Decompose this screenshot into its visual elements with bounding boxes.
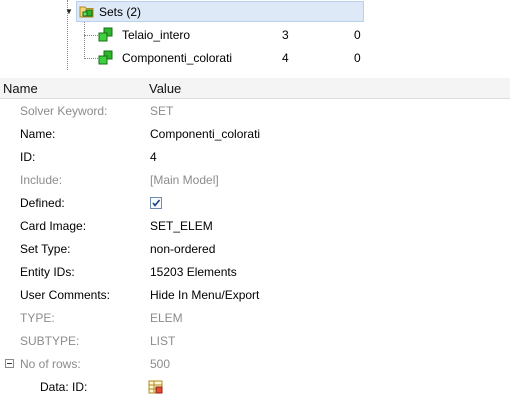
column-header-value[interactable]: Value: [149, 81, 181, 96]
property-row-entity-ids[interactable]: Entity IDs: 15203 Elements: [0, 261, 510, 284]
set-icon: [98, 50, 113, 65]
property-name: TYPE:: [20, 311, 55, 325]
property-name: Include:: [20, 173, 63, 187]
property-name: Data: ID:: [40, 380, 88, 394]
property-name: Defined:: [20, 196, 65, 210]
column-header-name[interactable]: Name: [3, 81, 38, 96]
property-value: LIST: [150, 334, 176, 348]
tree-item-componenti-colorati[interactable]: Componenti_colorati: [122, 51, 232, 65]
tree-item-count: 3: [282, 28, 289, 42]
property-name: Card Image:: [20, 219, 87, 233]
property-name: Solver Keyword:: [20, 104, 108, 118]
tree-guide-line: [84, 22, 85, 59]
property-row-no-of-rows[interactable]: No of rows: 500: [0, 353, 510, 376]
tree-guide-line: [84, 35, 98, 36]
property-value: 500: [150, 357, 171, 371]
tree-item-telaio-intero[interactable]: Telaio_intero: [122, 28, 190, 42]
property-row-id[interactable]: ID: 4: [0, 146, 510, 169]
property-row-set-type[interactable]: Set Type: non-ordered: [0, 238, 510, 261]
property-value-set-type[interactable]: non-ordered: [150, 242, 215, 256]
property-value-name[interactable]: Componenti_colorati: [150, 127, 260, 141]
property-row-type[interactable]: TYPE: ELEM: [0, 307, 510, 330]
property-name: Set Type:: [20, 242, 71, 256]
property-name: ID:: [20, 150, 36, 164]
sets-tree: ▼ Sets (2) Telaio_intero 3 0 Componenti_…: [0, 0, 510, 70]
table-data-icon[interactable]: [148, 379, 164, 395]
property-name: SUBTYPE:: [20, 334, 80, 348]
property-value: [Main Model]: [150, 173, 219, 187]
property-value-id[interactable]: 4: [150, 150, 157, 164]
property-value-card-image[interactable]: SET_ELEM: [150, 219, 213, 233]
property-value: ELEM: [150, 311, 183, 325]
tree-item-count: 4: [282, 51, 289, 65]
property-value-user-comments[interactable]: Hide In Menu/Export: [150, 288, 259, 302]
property-table-header: Name Value: [0, 78, 510, 99]
property-row-subtype[interactable]: SUBTYPE: LIST: [0, 330, 510, 353]
property-value: SET: [150, 104, 174, 118]
expand-arrow-icon[interactable]: ▼: [65, 8, 73, 16]
property-name: Entity IDs:: [20, 265, 75, 279]
defined-checkbox[interactable]: [150, 197, 162, 209]
property-value-entity-ids[interactable]: 15203 Elements: [150, 265, 237, 279]
property-row-name[interactable]: Name: Componenti_colorati: [0, 123, 510, 146]
property-name: No of rows:: [20, 357, 81, 371]
collapse-icon[interactable]: [5, 359, 14, 368]
property-name: Name:: [20, 127, 56, 141]
folder-sets-icon: [79, 6, 94, 18]
property-row-data-id[interactable]: Data: ID:: [0, 376, 510, 399]
tree-node-sets[interactable]: Sets (2): [76, 1, 364, 22]
tree-node-label: Sets (2): [99, 5, 142, 19]
tree-item-count: 0: [354, 51, 361, 65]
tree-guide-line: [84, 58, 98, 59]
property-name: User Comments:: [20, 288, 111, 302]
property-row-solver-keyword[interactable]: Solver Keyword: SET: [0, 100, 510, 123]
property-row-defined[interactable]: Defined:: [0, 192, 510, 215]
set-icon: [98, 27, 113, 42]
property-row-include[interactable]: Include: [Main Model]: [0, 169, 510, 192]
checkmark-icon: [152, 199, 161, 207]
tree-item-count: 0: [354, 28, 361, 42]
property-row-card-image[interactable]: Card Image: SET_ELEM: [0, 215, 510, 238]
property-row-user-comments[interactable]: User Comments: Hide In Menu/Export: [0, 284, 510, 307]
